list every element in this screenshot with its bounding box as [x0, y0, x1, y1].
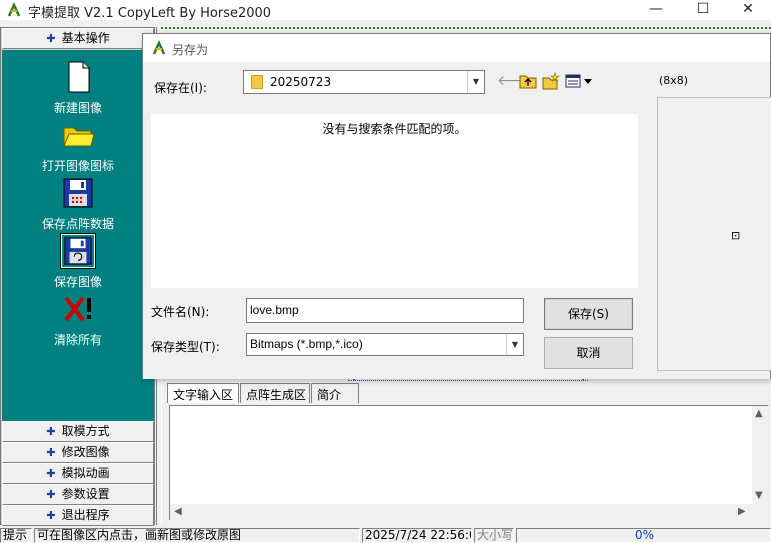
left-panel: ✚ 基本操作 新建图像 打开图像图标 保存点阵数据 保存图像 清除所有 ✚ 取模… — [0, 27, 155, 526]
tool-label: 新建图像 — [53, 101, 102, 115]
dialog-title: 另存为 — [172, 43, 209, 57]
category-label: 参数设置 — [61, 487, 110, 501]
status-progress: 0% — [516, 528, 771, 543]
filetype-value: Bitmaps (*.bmp,*.ico) — [250, 337, 363, 351]
scroll-left-icon[interactable]: ◀ — [174, 506, 182, 517]
status-time: 2025/7/24 22:56:05 — [362, 528, 472, 543]
tool-save-dot-data[interactable]: 保存点阵数据 — [2, 176, 154, 232]
status-caps: 大小写 — [474, 528, 514, 543]
window-title: 字模提取 V2.1 CopyLeft By Horse2000 — [28, 6, 272, 21]
status-bar: 提示 可在图像区内点击，画新图或修改原图 2025/7/24 22:56:05 … — [0, 527, 771, 543]
tool-open-image[interactable]: 打开图像图标 — [2, 118, 154, 174]
dialog-body: 保存在(I): 20250723 ▼ 🡐 没有与搜索条件匹配的项。 (8x8) — [143, 62, 771, 379]
save-in-label: 保存在(I): — [154, 81, 207, 95]
folder-icon — [251, 75, 263, 89]
plus-icon: ✚ — [46, 488, 56, 501]
close-button[interactable]: ✕ — [725, 0, 771, 20]
empty-message: 没有与搜索条件匹配的项。 — [322, 122, 467, 136]
file-list[interactable]: 没有与搜索条件匹配的项。 — [151, 114, 638, 288]
save-as-dialog: 另存为 保存在(I): 20250723 ▼ 🡐 没有与搜索条件匹配的项。 (8… — [142, 33, 771, 379]
tools-panel: 新建图像 打开图像图标 保存点阵数据 保存图像 清除所有 — [2, 50, 154, 422]
preview-box: ⊡ — [657, 97, 771, 371]
preview-size: (8x8) — [659, 74, 689, 87]
save-in-value: 20250723 — [270, 75, 332, 89]
tool-save-image[interactable]: 保存图像 — [2, 233, 154, 290]
up-folder-icon[interactable] — [519, 72, 537, 90]
view-menu-icon[interactable] — [565, 72, 595, 90]
save-button[interactable]: 保存(S) — [544, 298, 633, 330]
new-folder-icon[interactable] — [542, 72, 560, 90]
horizontal-scrollbar[interactable]: ◀ ▶ — [170, 504, 769, 520]
status-message: 可在图像区内点击，画新图或修改原图 — [34, 528, 360, 543]
plus-icon: ✚ — [46, 509, 56, 522]
category-mode[interactable]: ✚ 取模方式 — [2, 421, 154, 442]
new-file-icon — [68, 61, 90, 93]
category-label: 基本操作 — [61, 31, 110, 45]
chevron-down-icon[interactable]: ▼ — [506, 334, 523, 355]
filetype-dropdown[interactable]: Bitmaps (*.bmp,*.ico) ▼ — [246, 333, 524, 356]
tool-new-image[interactable]: 新建图像 — [2, 60, 154, 116]
minimize-button[interactable]: — — [633, 0, 679, 20]
save-in-dropdown[interactable]: 20250723 ▼ — [243, 70, 485, 94]
tool-label: 保存点阵数据 — [41, 217, 114, 231]
preview-thumbnail-icon: ⊡ — [731, 229, 741, 242]
cancel-button[interactable]: 取消 — [544, 337, 633, 369]
category-label: 模拟动画 — [61, 466, 110, 480]
title-bar: 字模提取 V2.1 CopyLeft By Horse2000 — ☐ ✕ — [0, 0, 771, 21]
tool-label: 打开图像图标 — [41, 159, 114, 173]
category-basic-ops[interactable]: ✚ 基本操作 — [2, 28, 154, 49]
maximize-button[interactable]: ☐ — [680, 0, 726, 20]
tool-label: 清除所有 — [53, 333, 102, 347]
category-label: 修改图像 — [61, 445, 110, 459]
plus-icon: ✚ — [46, 467, 56, 480]
tab-text-input[interactable]: 文字输入区 — [167, 383, 239, 403]
text-input-area[interactable] — [169, 405, 769, 520]
plus-icon: ✚ — [46, 32, 56, 45]
plus-icon: ✚ — [46, 425, 56, 438]
tab-intro[interactable]: 简介 — [311, 383, 359, 403]
chevron-down-icon[interactable]: ▼ — [467, 71, 484, 93]
clear-all-icon — [64, 296, 91, 322]
app-icon — [7, 2, 21, 17]
vertical-scrollbar[interactable]: ▲ ▼ — [752, 406, 769, 504]
plus-icon: ✚ — [46, 446, 56, 459]
app-icon — [152, 40, 166, 55]
category-animation[interactable]: ✚ 模拟动画 — [2, 463, 154, 484]
category-edit-image[interactable]: ✚ 修改图像 — [2, 442, 154, 463]
tab-dot-matrix[interactable]: 点阵生成区 — [240, 383, 310, 403]
scroll-right-icon[interactable]: ▶ — [738, 506, 746, 517]
back-arrow-icon[interactable]: 🡐 — [497, 72, 535, 90]
category-exit[interactable]: ✚ 退出程序 — [2, 505, 154, 526]
dialog-title-bar[interactable]: 另存为 — [143, 34, 770, 62]
filename-input[interactable]: love.bmp — [246, 298, 524, 323]
save-dot-data-icon — [63, 178, 93, 208]
category-label: 退出程序 — [61, 508, 110, 522]
scroll-down-icon[interactable]: ▼ — [755, 490, 763, 501]
tool-clear-all[interactable]: 清除所有 — [2, 292, 154, 348]
open-folder-icon — [63, 127, 95, 147]
filename-label: 文件名(N): — [151, 305, 210, 319]
scroll-up-icon[interactable]: ▲ — [755, 408, 763, 419]
save-image-icon — [60, 233, 96, 269]
filetype-label: 保存类型(T): — [151, 340, 220, 354]
status-tip: 提示 — [0, 528, 32, 543]
tool-label: 保存图像 — [53, 275, 102, 289]
category-settings[interactable]: ✚ 参数设置 — [2, 484, 154, 505]
image-area-border — [161, 27, 771, 30]
category-label: 取模方式 — [61, 424, 110, 438]
